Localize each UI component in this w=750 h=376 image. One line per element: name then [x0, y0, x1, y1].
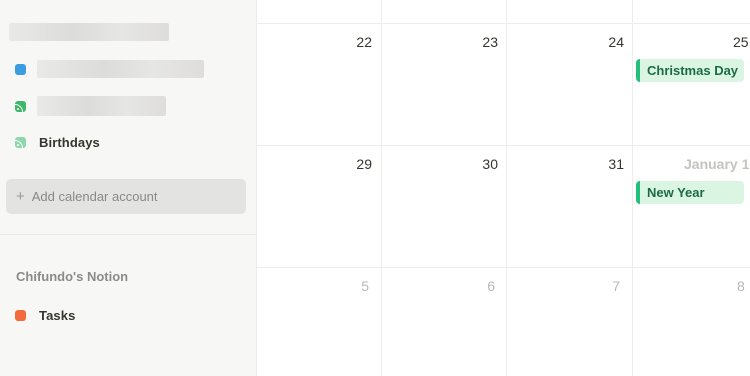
day-number: 29 [356, 156, 372, 172]
calendar-label: Tasks [39, 307, 76, 323]
day-number: 8 [737, 278, 745, 294]
calendar-color-dot [15, 63, 26, 75]
notion-section-title: Chifundo's Notion [16, 269, 129, 284]
blurred-calendar-name [37, 96, 166, 116]
feed-icon [15, 136, 26, 148]
day-number: 31 [608, 156, 624, 172]
calendar-item-birthdays[interactable]: Birthdays [15, 131, 100, 153]
event-christmas-day[interactable]: Christmas Day [636, 59, 744, 82]
day-number-month-start: January 1 [684, 156, 750, 172]
day-number: 7 [612, 278, 620, 294]
day-number: 23 [482, 34, 498, 50]
day-number: 22 [356, 34, 372, 50]
event-new-year[interactable]: New Year [636, 181, 744, 204]
calendar-label: Birthdays [39, 134, 100, 150]
grid-line [632, 0, 633, 376]
day-number: 24 [608, 34, 624, 50]
grid-line [506, 0, 507, 376]
day-number: 30 [482, 156, 498, 172]
add-calendar-account-label: Add calendar account [31, 189, 158, 204]
sidebar: Birthdays + Add calendar account Chifund… [0, 0, 257, 376]
calendar-item-2[interactable] [15, 95, 166, 117]
day-number: 25 [733, 34, 749, 50]
blurred-account-name [9, 23, 169, 41]
grid-line [257, 145, 750, 146]
grid-line [381, 0, 382, 376]
calendar-item-tasks[interactable]: Tasks [15, 304, 75, 326]
plus-icon: + [16, 188, 25, 205]
blurred-calendar-name [37, 60, 204, 78]
calendar-item-1[interactable] [15, 58, 204, 80]
sidebar-divider [0, 234, 257, 235]
event-title: New Year [647, 185, 705, 200]
grid-line [257, 23, 750, 24]
grid-line [257, 267, 750, 268]
calendar-grid[interactable]: 22 23 24 25 29 30 31 January 1 5 6 7 8 C… [257, 0, 750, 376]
day-number: 5 [361, 278, 369, 294]
calendar-color-dot [15, 309, 26, 321]
add-calendar-account-button[interactable]: + Add calendar account [6, 179, 246, 214]
event-title: Christmas Day [647, 63, 739, 78]
day-number: 6 [487, 278, 495, 294]
feed-icon [15, 100, 26, 112]
